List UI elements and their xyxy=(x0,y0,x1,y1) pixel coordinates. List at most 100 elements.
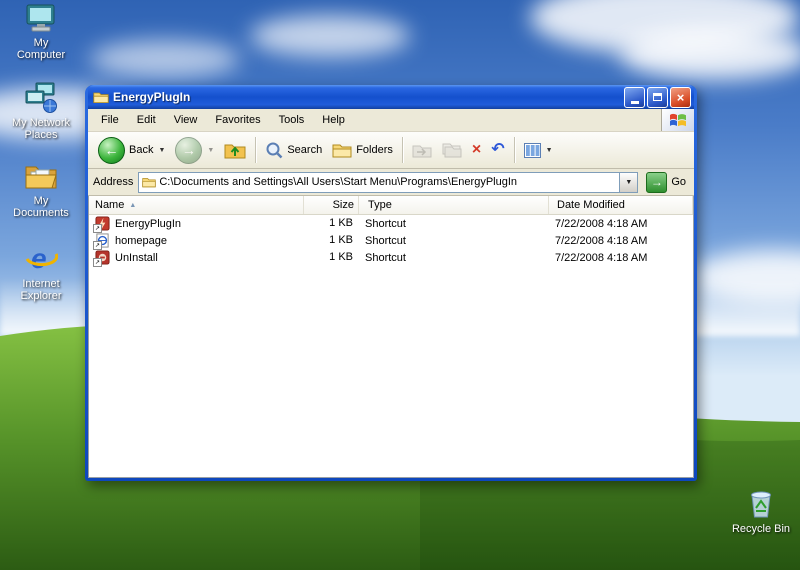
file-date-modified: 7/22/2008 4:18 AM xyxy=(549,218,693,230)
address-combo[interactable]: ▼ xyxy=(138,172,638,193)
forward-icon: → xyxy=(175,137,202,164)
column-header-date-modified[interactable]: Date Modified xyxy=(549,196,693,214)
title-bar[interactable]: EnergyPlugIn × xyxy=(88,85,694,109)
homepage-shortcut-icon: ↗ xyxy=(95,233,110,248)
go-label: Go xyxy=(671,176,686,188)
column-header-name[interactable]: Name ▲ xyxy=(89,196,304,214)
views-icon xyxy=(524,143,541,158)
file-row[interactable]: ↗ homepage 1 KB Shortcut 7/22/2008 4:18 … xyxy=(89,232,693,249)
back-icon: ← xyxy=(98,137,125,164)
svg-text:e: e xyxy=(31,243,47,274)
toolbar-separator xyxy=(255,137,256,163)
column-label: Size xyxy=(333,199,354,211)
go-button[interactable]: → Go xyxy=(643,172,689,193)
column-label: Type xyxy=(368,199,392,211)
close-icon: × xyxy=(677,90,685,105)
shortcut-overlay-icon: ↗ xyxy=(93,258,102,267)
undo-icon: ↶ xyxy=(491,142,504,158)
close-button[interactable]: × xyxy=(670,87,691,108)
sort-ascending-icon: ▲ xyxy=(129,202,136,209)
up-icon xyxy=(224,141,246,159)
list-header: Name ▲ Size Type Date Modified xyxy=(89,196,693,215)
move-to-icon xyxy=(412,142,432,158)
file-date-modified: 7/22/2008 4:18 AM xyxy=(549,235,693,247)
address-dropdown-button[interactable]: ▼ xyxy=(619,173,637,192)
menu-tools[interactable]: Tools xyxy=(270,111,314,129)
back-button[interactable]: ← Back ▼ xyxy=(93,135,170,166)
explorer-window: EnergyPlugIn × File Edit View Favorites … xyxy=(85,85,697,481)
back-label: Back xyxy=(129,144,153,156)
shortcut-overlay-icon: ↗ xyxy=(93,224,102,233)
desktop-icon-my-computer[interactable]: My Computer xyxy=(8,0,74,61)
desktop-icon-label: My Network Places xyxy=(8,117,74,141)
go-icon: → xyxy=(646,172,667,193)
up-button[interactable] xyxy=(219,139,251,161)
file-name: homepage xyxy=(115,235,167,247)
desktop-icon-my-network-places[interactable]: My Network Places xyxy=(8,80,74,141)
dropdown-icon: ▼ xyxy=(207,147,214,154)
menu-edit[interactable]: Edit xyxy=(128,111,165,129)
desktop-icon-label: My Documents xyxy=(8,195,74,219)
file-row[interactable]: ↗ EnergyPlugIn 1 KB Shortcut 7/22/2008 4… xyxy=(89,215,693,232)
desktop-icon-internet-explorer[interactable]: e Internet Explorer xyxy=(8,241,74,302)
address-bar: Address ▼ → Go xyxy=(88,169,694,196)
folder-icon xyxy=(142,176,156,188)
menu-view[interactable]: View xyxy=(165,111,207,129)
menu-help[interactable]: Help xyxy=(313,111,354,129)
address-input[interactable] xyxy=(159,175,619,190)
chevron-down-icon: ▼ xyxy=(625,179,632,186)
file-type: Shortcut xyxy=(359,252,549,264)
column-header-size[interactable]: Size xyxy=(304,196,359,214)
my-network-places-icon xyxy=(8,80,74,114)
recycle-bin-icon xyxy=(728,486,794,520)
column-label: Name xyxy=(95,199,124,211)
copy-to-button[interactable] xyxy=(437,140,467,160)
file-size: 1 KB xyxy=(304,249,359,266)
desktop-icon-label: Recycle Bin xyxy=(728,523,794,535)
folders-label: Folders xyxy=(356,144,393,156)
file-name: UnInstall xyxy=(115,252,158,264)
undo-button[interactable]: ↶ xyxy=(486,140,509,160)
file-type: Shortcut xyxy=(359,235,549,247)
menu-favorites[interactable]: Favorites xyxy=(206,111,269,129)
file-name: EnergyPlugIn xyxy=(115,218,181,230)
my-documents-icon xyxy=(8,158,74,192)
window-title: EnergyPlugIn xyxy=(113,90,620,104)
toolbar-separator xyxy=(402,137,403,163)
desktop-icon-my-documents[interactable]: My Documents xyxy=(8,158,74,219)
desktop-icon-label: Internet Explorer xyxy=(8,278,74,302)
maximize-button[interactable] xyxy=(647,87,668,108)
file-date-modified: 7/22/2008 4:18 AM xyxy=(549,252,693,264)
address-label: Address xyxy=(93,176,133,188)
energyplugin-shortcut-icon: ↗ xyxy=(95,216,110,231)
cloud xyxy=(250,15,410,57)
column-header-type[interactable]: Type xyxy=(359,196,549,214)
search-icon xyxy=(265,141,283,159)
column-label: Date Modified xyxy=(557,199,625,211)
views-button[interactable]: ▼ xyxy=(519,141,558,160)
menu-file[interactable]: File xyxy=(92,111,128,129)
minimize-button[interactable] xyxy=(624,87,645,108)
delete-icon: × xyxy=(472,142,481,158)
file-type: Shortcut xyxy=(359,218,549,230)
windows-logo-icon xyxy=(661,109,694,131)
search-button[interactable]: Search xyxy=(260,139,327,161)
folders-button[interactable]: Folders xyxy=(327,140,398,160)
dropdown-icon: ▼ xyxy=(546,147,553,154)
cloud xyxy=(90,40,240,78)
delete-button[interactable]: × xyxy=(467,140,486,160)
desktop: My Computer My Network Places My Documen xyxy=(0,0,800,570)
desktop-icon-recycle-bin[interactable]: Recycle Bin xyxy=(728,486,794,535)
maximize-icon xyxy=(653,93,662,101)
file-row[interactable]: ↗ UnInstall 1 KB Shortcut 7/22/2008 4:18… xyxy=(89,249,693,266)
toolbar-separator xyxy=(514,137,515,163)
move-to-button[interactable] xyxy=(407,140,437,160)
minimize-icon xyxy=(631,101,639,104)
my-computer-icon xyxy=(8,0,74,34)
shortcut-overlay-icon: ↗ xyxy=(93,241,102,250)
file-size: 1 KB xyxy=(304,232,359,249)
folders-icon xyxy=(332,142,352,158)
forward-button[interactable]: → ▼ xyxy=(170,135,219,166)
copy-to-icon xyxy=(442,142,462,158)
file-size: 1 KB xyxy=(304,215,359,232)
